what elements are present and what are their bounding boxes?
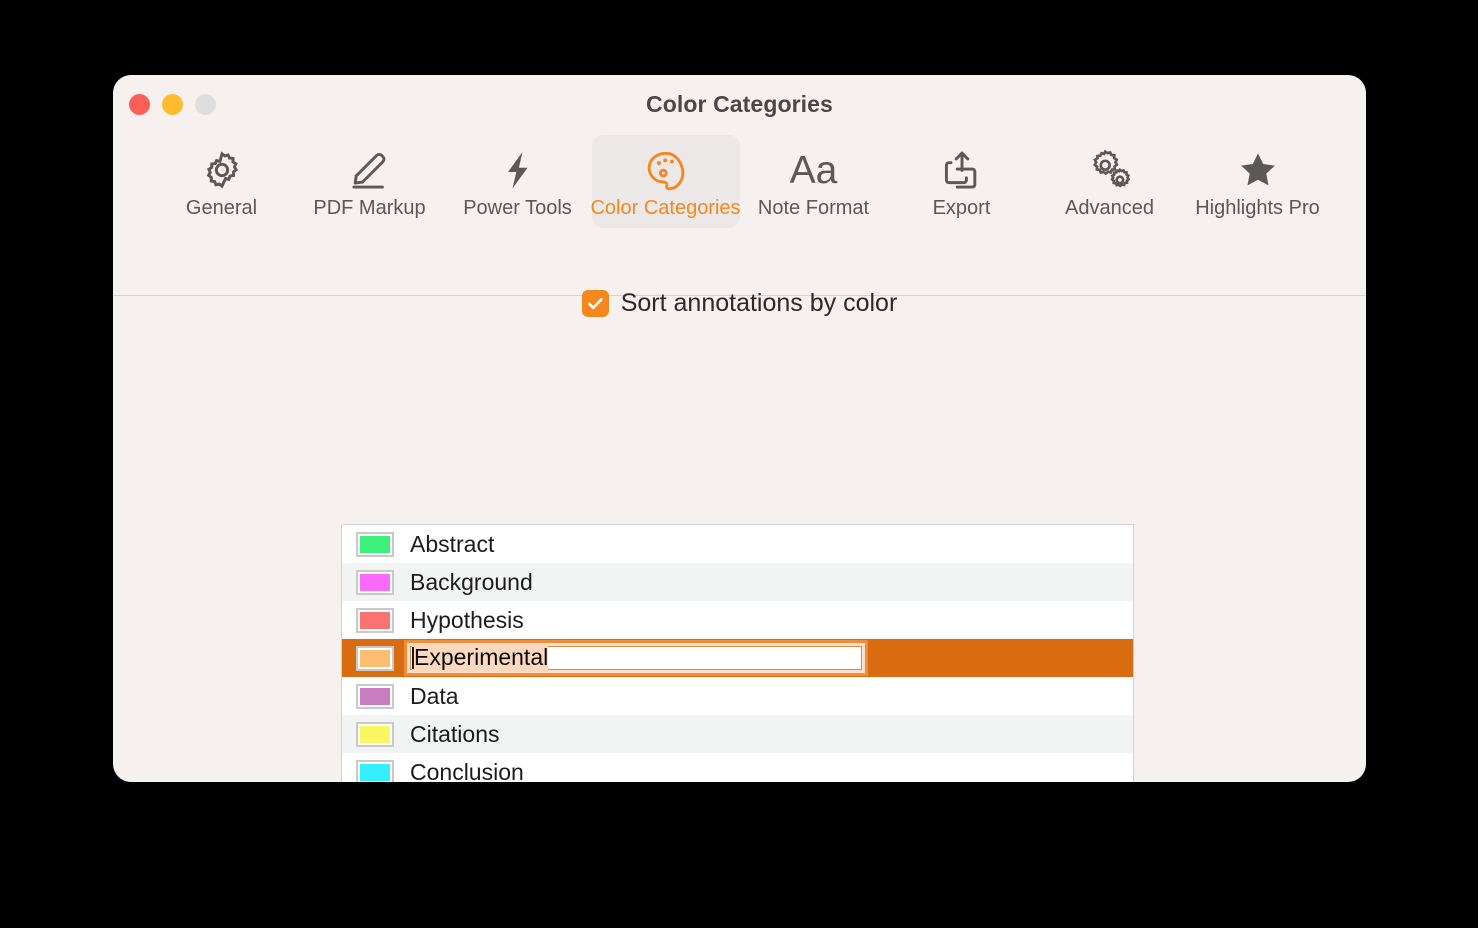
- category-name-label: Data: [410, 682, 459, 709]
- preferences-content: Sort annotations by color Abstract Backg…: [113, 239, 1366, 782]
- sort-annotations-checkbox[interactable]: [581, 290, 609, 317]
- bolt-icon: [496, 147, 540, 193]
- color-categories-list[interactable]: Abstract Background Hypothesis Experimen…: [341, 524, 1134, 782]
- tab-highlights-pro-label: Highlights Pro: [1195, 197, 1320, 219]
- category-name-label: Hypothesis: [410, 606, 524, 633]
- tab-pdf-markup[interactable]: PDF Markup: [296, 135, 444, 228]
- share-export-icon: [940, 147, 984, 193]
- category-name-label: Abstract: [410, 530, 495, 557]
- color-swatch-fill: [360, 687, 390, 705]
- table-row[interactable]: Citations: [342, 715, 1133, 753]
- double-gear-icon: [1087, 147, 1133, 193]
- color-swatch-fill: [360, 573, 390, 591]
- tab-note-format[interactable]: Aa Note Format: [740, 135, 888, 228]
- title-bar: Color Categories: [113, 75, 1366, 133]
- category-name-input-value: Experimental: [412, 644, 549, 672]
- window-title: Color Categories: [646, 91, 833, 117]
- color-swatch-fill: [360, 611, 390, 629]
- category-name-input[interactable]: Experimental: [404, 640, 868, 676]
- table-row-editing[interactable]: Experimental: [342, 639, 1133, 677]
- gear-icon: [200, 147, 244, 193]
- color-swatch-experimental[interactable]: [356, 645, 394, 671]
- table-row[interactable]: Abstract: [342, 525, 1133, 563]
- tab-export[interactable]: Export: [888, 135, 1036, 228]
- tab-general-label: General: [185, 197, 258, 219]
- category-name-label: Conclusion: [410, 758, 524, 783]
- color-swatch-fill: [360, 763, 390, 781]
- table-row[interactable]: Background: [342, 563, 1133, 601]
- tab-color-categories[interactable]: Color Categories: [590, 135, 741, 228]
- color-swatch-data[interactable]: [356, 683, 394, 709]
- aa-text-icon: Aa: [789, 148, 838, 192]
- color-swatch-hypothesis[interactable]: [356, 607, 394, 633]
- tab-export-label: Export: [932, 197, 991, 219]
- tab-note-format-label: Note Format: [757, 197, 870, 219]
- tab-advanced[interactable]: Advanced: [1036, 135, 1184, 228]
- preferences-window: Color Categories General PDF Markup Powe…: [113, 75, 1366, 782]
- color-swatch-fill: [360, 535, 390, 553]
- tab-pdf-markup-label: PDF Markup: [313, 197, 426, 219]
- color-swatch-fill: [360, 725, 390, 743]
- category-name-label: Citations: [410, 720, 500, 747]
- tab-power-tools-label: Power Tools: [463, 197, 572, 219]
- preferences-toolbar: General PDF Markup Power Tools Color Cat…: [113, 133, 1366, 296]
- tab-power-tools[interactable]: Power Tools: [444, 135, 592, 228]
- tab-advanced-label: Advanced: [1065, 197, 1154, 219]
- tab-general[interactable]: General: [148, 135, 296, 228]
- color-swatch-fill: [360, 649, 390, 667]
- star-icon: [1235, 147, 1281, 193]
- color-swatch-conclusion[interactable]: [356, 759, 394, 782]
- table-row[interactable]: Data: [342, 677, 1133, 715]
- color-swatch-abstract[interactable]: [356, 531, 394, 557]
- sort-annotations-checkbox-row[interactable]: Sort annotations by color: [113, 289, 1366, 318]
- pencil-underline-icon: [348, 147, 392, 193]
- text-caret: [412, 647, 414, 669]
- table-row[interactable]: Conclusion: [342, 753, 1133, 782]
- category-name-label: Background: [410, 568, 533, 595]
- checkmark-icon: [587, 298, 603, 310]
- color-swatch-citations[interactable]: [356, 721, 394, 747]
- tab-color-categories-label: Color Categories: [590, 197, 741, 219]
- sort-annotations-label: Sort annotations by color: [620, 289, 898, 317]
- color-swatch-background[interactable]: [356, 569, 394, 595]
- table-row[interactable]: Hypothesis: [342, 601, 1133, 639]
- tab-highlights-pro[interactable]: Highlights Pro: [1184, 135, 1332, 228]
- palette-icon: [643, 147, 689, 193]
